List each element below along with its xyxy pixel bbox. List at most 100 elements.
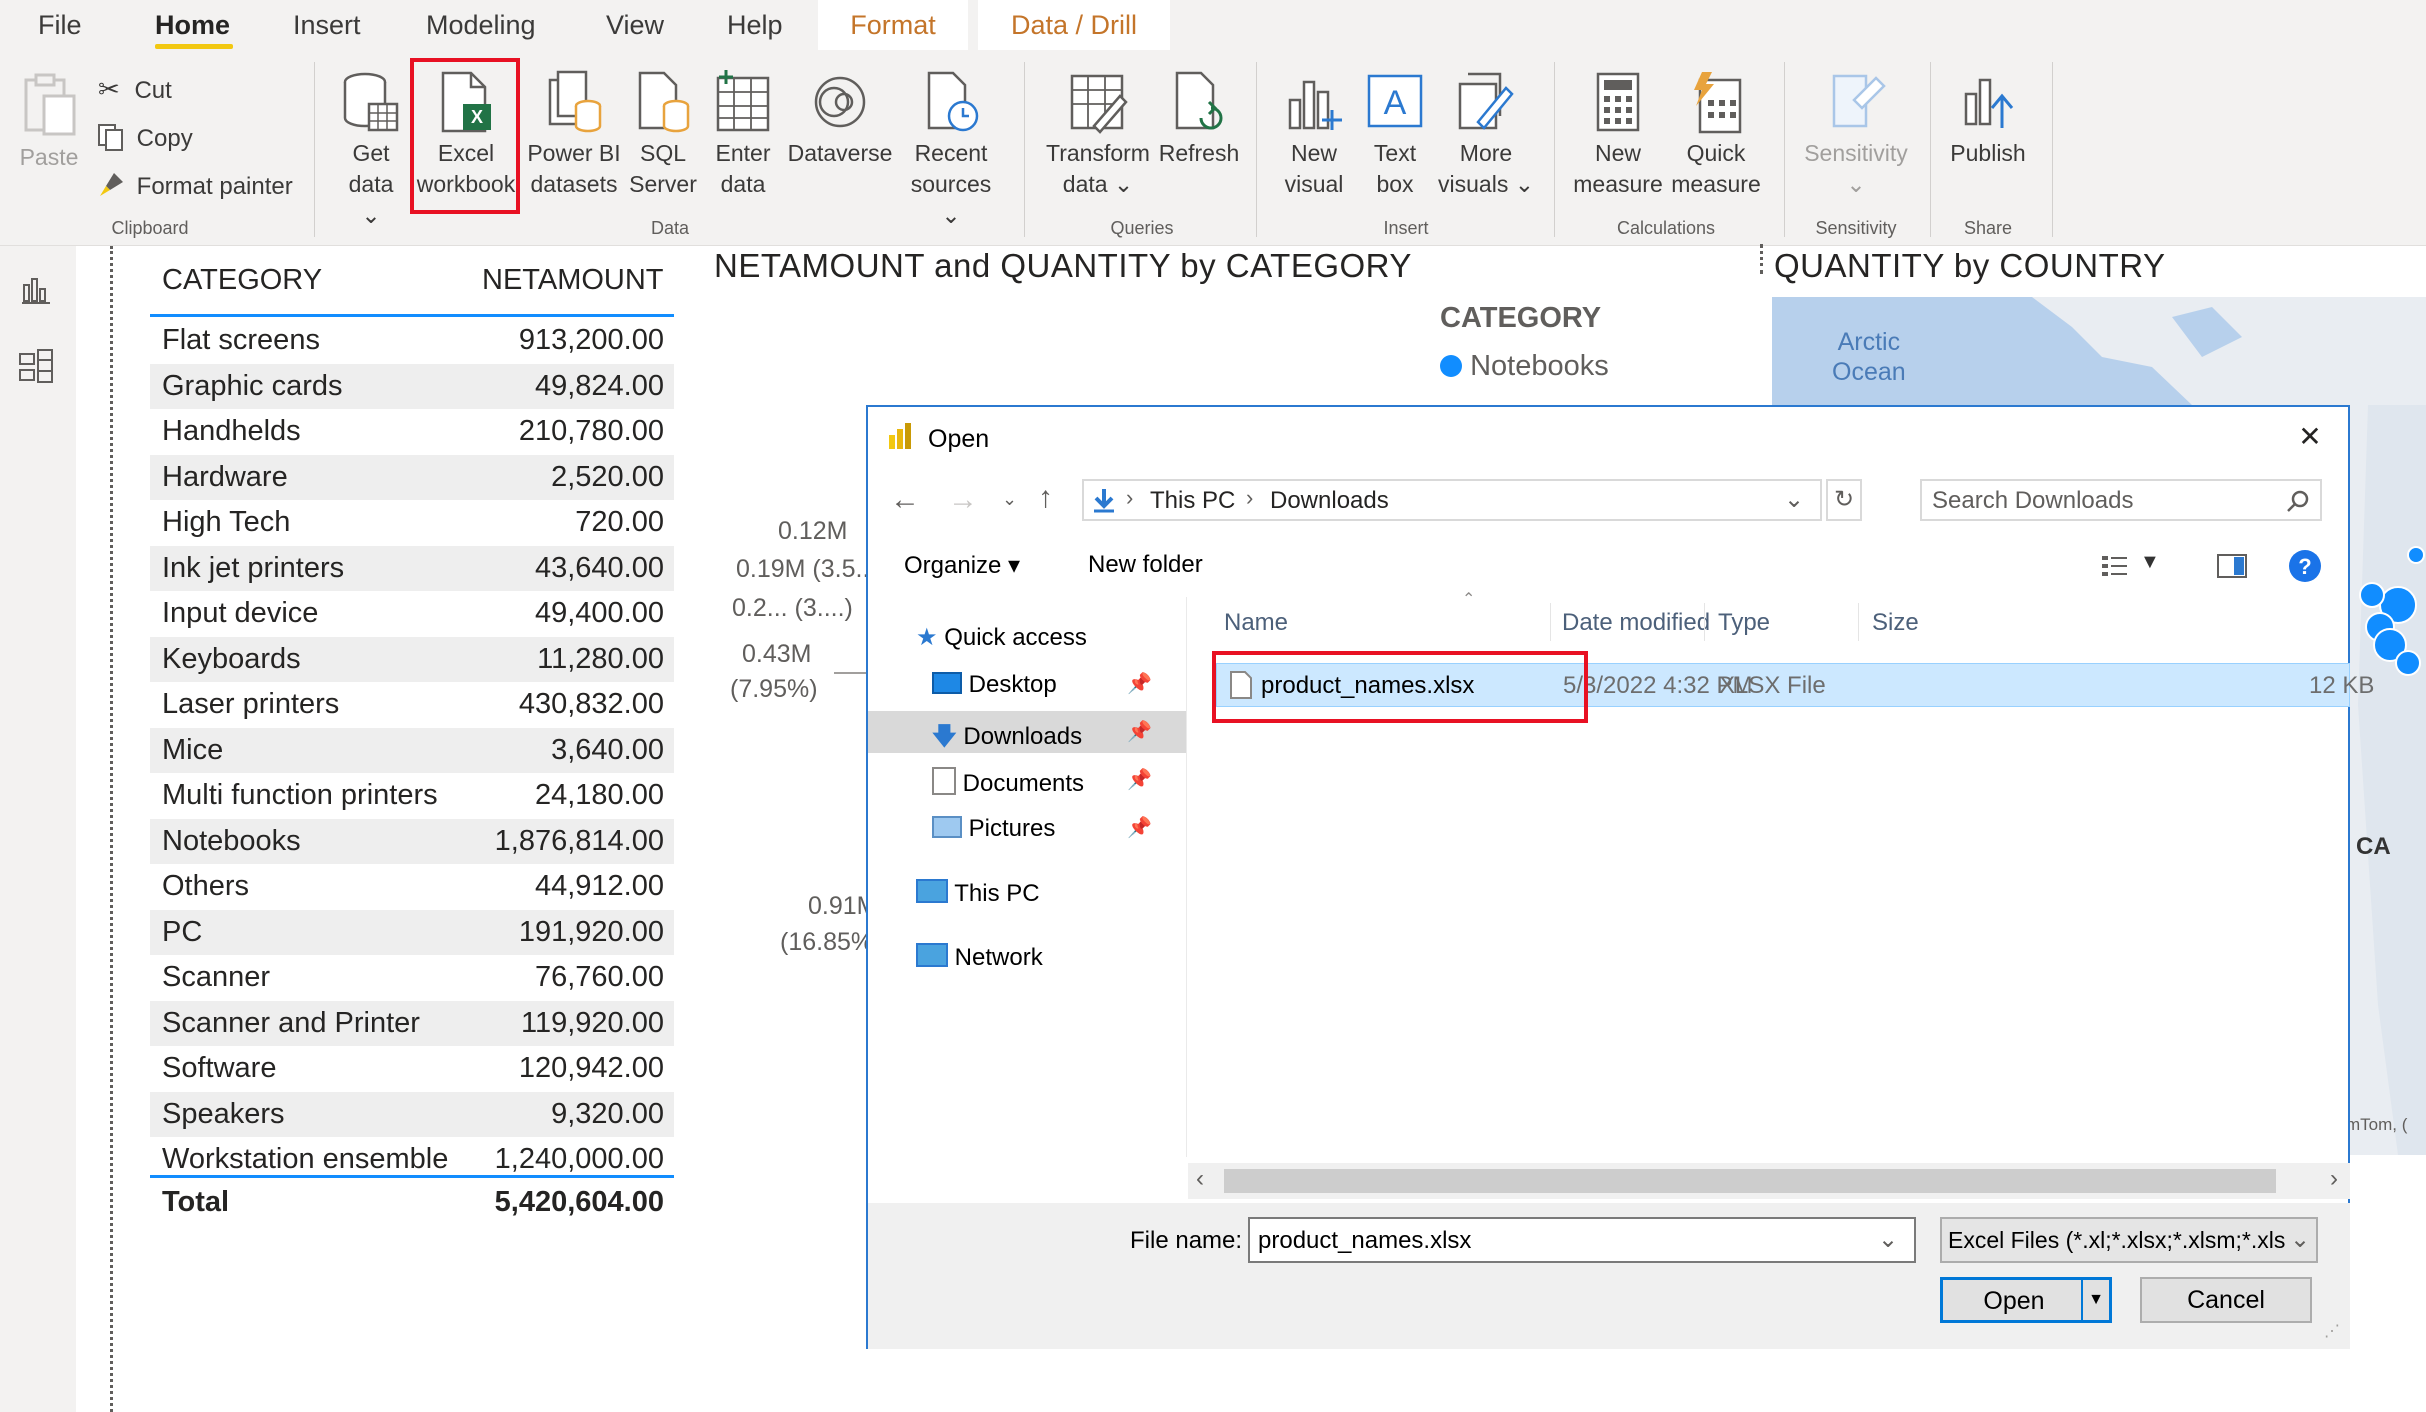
up-arrow-icon[interactable]: ↑ xyxy=(1038,481,1053,515)
table-row[interactable]: Software 120,942.00 xyxy=(150,1046,674,1091)
horizontal-scrollbar[interactable]: ‹ › xyxy=(1188,1163,2350,1199)
ocean-label: Arctic Ocean xyxy=(1832,328,1906,386)
legend-item[interactable]: Notebooks xyxy=(1440,350,1609,383)
preview-pane-icon[interactable] xyxy=(2216,553,2248,579)
table-row[interactable]: PC 191,920.00 xyxy=(150,909,674,955)
breadcrumb-downloads[interactable]: Downloads xyxy=(1270,487,1389,515)
nav-pictures[interactable]: Pictures 📌 xyxy=(932,815,1172,843)
table-row[interactable]: Scanner 76,760.00 xyxy=(150,955,674,1000)
category-cell: Input device xyxy=(162,597,319,629)
column-size[interactable]: Size xyxy=(1872,609,1919,637)
menu-view[interactable]: View xyxy=(606,10,664,41)
table-row[interactable]: Hardware 2,520.00 xyxy=(150,454,674,500)
table-row[interactable]: Laser printers 430,832.00 xyxy=(150,682,674,727)
table-row[interactable]: Notebooks 1,876,814.00 xyxy=(150,818,674,864)
address-bar[interactable]: › This PC › Downloads ⌄ xyxy=(1082,479,1822,521)
search-box[interactable]: Search Downloads xyxy=(1920,479,2322,521)
sql-server-button[interactable]: SQL Server xyxy=(626,70,700,200)
breadcrumb-this-pc[interactable]: This PC xyxy=(1150,487,1235,515)
new-visual-button[interactable]: New visual xyxy=(1276,70,1352,200)
column-name[interactable]: Name xyxy=(1224,609,1288,637)
table-row[interactable]: Mice 3,640.00 xyxy=(150,727,674,773)
organize-button[interactable]: Organize ▾ xyxy=(904,551,1020,580)
table-row[interactable]: Graphic cards 49,824.00 xyxy=(150,363,674,409)
menu-file[interactable]: File xyxy=(38,10,82,41)
table-row[interactable]: Multi function printers 24,180.00 xyxy=(150,773,674,818)
column-type[interactable]: Type xyxy=(1718,609,1770,637)
cut-button[interactable]: ✂ Cut xyxy=(98,74,172,105)
sensitivity-button[interactable]: Sensitivity ⌄ xyxy=(1796,70,1916,200)
get-data-button[interactable]: Get data ⌄ xyxy=(336,70,406,231)
forward-arrow-icon[interactable]: → xyxy=(948,483,978,517)
text-box-button[interactable]: A Text box xyxy=(1360,70,1430,200)
table-row[interactable]: Ink jet printers 43,640.00 xyxy=(150,545,674,591)
scrollbar-thumb[interactable] xyxy=(1224,1169,2276,1193)
view-options-icon[interactable] xyxy=(2100,553,2130,579)
table-row[interactable]: Input device 49,400.00 xyxy=(150,591,674,636)
menu-format[interactable]: Format xyxy=(818,0,968,50)
table-header-netamount[interactable]: NETAMOUNT xyxy=(482,264,664,297)
table-row[interactable]: Keyboards 11,280.00 xyxy=(150,636,674,682)
enter-data-button[interactable]: Enter data xyxy=(706,70,780,200)
table-row[interactable]: Others 44,912.00 xyxy=(150,864,674,909)
publish-button[interactable]: Publish xyxy=(1940,70,2036,169)
menu-modeling[interactable]: Modeling xyxy=(426,10,536,41)
file-name-input[interactable]: product_names.xlsx ⌄ xyxy=(1248,1217,1916,1263)
back-arrow-icon[interactable]: ← xyxy=(890,483,920,517)
refresh-icon xyxy=(1175,71,1223,130)
table-row[interactable]: Scanner and Printer 119,920.00 xyxy=(150,1000,674,1046)
nav-network[interactable]: Network xyxy=(916,943,1043,972)
menu-data-drill[interactable]: Data / Drill xyxy=(978,0,1170,50)
report-view-icon[interactable] xyxy=(18,271,54,307)
nav-downloads[interactable]: 🡇 Downloads 📌 xyxy=(932,719,1172,760)
menu-home[interactable]: Home xyxy=(155,10,230,41)
new-folder-button[interactable]: New folder xyxy=(1088,551,1203,579)
quick-measure-button[interactable]: Quick measure xyxy=(1664,70,1768,200)
view-dropdown-icon[interactable]: ▼ xyxy=(2140,551,2160,574)
filter-dropdown-icon[interactable]: ⌄ xyxy=(2286,1225,2311,1254)
paste-button[interactable]: Paste xyxy=(14,72,84,173)
queries-group-label: Queries xyxy=(1110,218,1174,238)
powerbi-datasets-button[interactable]: Power BI datasets xyxy=(524,70,624,200)
column-date-modified[interactable]: Date modified xyxy=(1562,609,1710,637)
nav-documents[interactable]: Documents 📌 xyxy=(932,767,1172,798)
transform-data-button[interactable]: Transform data ⌄ xyxy=(1040,70,1156,200)
table-header-category[interactable]: CATEGORY xyxy=(162,264,322,297)
copy-button[interactable]: Copy xyxy=(96,122,193,153)
recent-sources-button[interactable]: Recent sources ⌄ xyxy=(898,70,1004,231)
resize-grip-icon[interactable]: ⋰ xyxy=(2324,1321,2340,1341)
refresh-icon[interactable]: ↻ xyxy=(1826,479,1862,521)
cancel-button[interactable]: Cancel xyxy=(2140,1277,2312,1323)
scroll-right-icon[interactable]: › xyxy=(2330,1165,2338,1193)
recent-locations-chevron-icon[interactable]: ⌄ xyxy=(1002,489,1017,510)
file-type-filter[interactable]: Excel Files (*.xl;*.xlsx;*.xlsm;*.xls ⌄ xyxy=(1940,1217,2318,1263)
file-highlight xyxy=(1212,651,1588,723)
menu-insert[interactable]: Insert xyxy=(293,10,361,41)
refresh-button[interactable]: Refresh xyxy=(1156,70,1242,169)
nav-desktop[interactable]: Desktop 📌 xyxy=(932,671,1172,699)
data-view-icon[interactable] xyxy=(16,346,56,386)
open-dropdown-icon[interactable]: ▼ xyxy=(2081,1280,2109,1320)
format-painter-button[interactable]: Format painter xyxy=(96,170,293,201)
open-button[interactable]: Open ▼ xyxy=(1940,1277,2112,1323)
nav-quick-access[interactable]: ★ Quick access xyxy=(916,623,1087,652)
map-canvas[interactable]: Arctic Ocean xyxy=(1772,297,2426,405)
dataverse-button[interactable]: Dataverse xyxy=(784,70,896,169)
dialog-title: Open xyxy=(928,425,990,453)
help-icon[interactable]: ? xyxy=(2288,549,2322,583)
table-row[interactable]: Speakers 9,320.00 xyxy=(150,1091,674,1137)
brush-icon xyxy=(100,173,123,196)
nav-this-pc[interactable]: This PC xyxy=(916,879,1040,908)
table-row[interactable]: Flat screens 913,200.00 xyxy=(150,318,674,363)
close-icon[interactable]: ✕ xyxy=(2286,415,2334,459)
new-measure-button[interactable]: New measure xyxy=(1566,70,1670,200)
menu-help[interactable]: Help xyxy=(727,10,783,41)
network-icon xyxy=(916,943,948,967)
table-row[interactable]: Handhelds 210,780.00 xyxy=(150,409,674,454)
ribbon-separator xyxy=(2052,62,2053,237)
more-visuals-button[interactable]: More visuals ⌄ xyxy=(1434,70,1538,200)
scroll-left-icon[interactable]: ‹ xyxy=(1196,1165,1204,1193)
address-dropdown-icon[interactable]: ⌄ xyxy=(1784,485,1804,514)
file-name-dropdown-icon[interactable]: ⌄ xyxy=(1878,1225,1898,1254)
table-row[interactable]: High Tech 720.00 xyxy=(150,500,674,545)
